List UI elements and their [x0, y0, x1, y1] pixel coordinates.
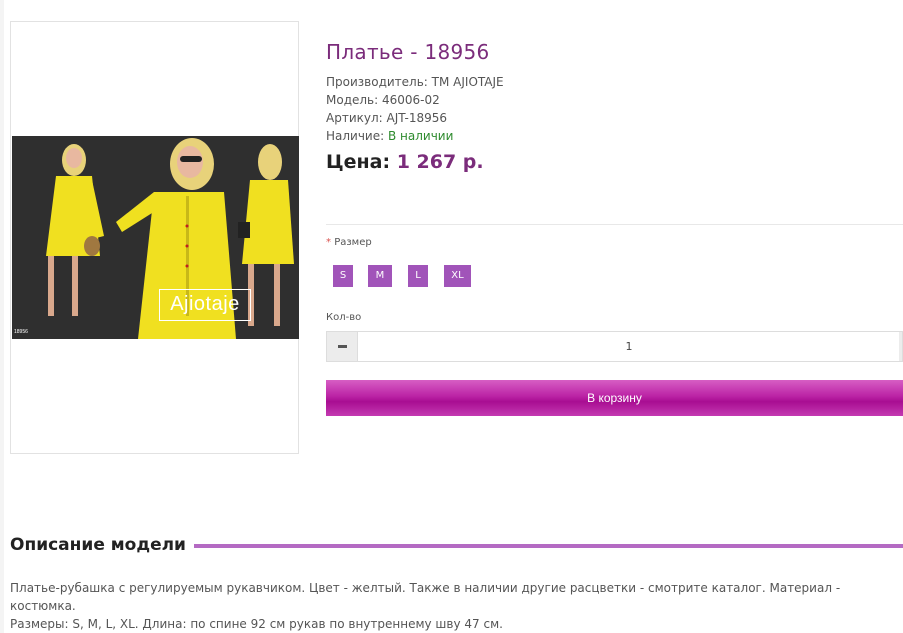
model-value: 46006-02 [382, 93, 440, 107]
stock-label: Наличие: [326, 129, 385, 143]
sku-row: Артикул: AJT-18956 [326, 109, 504, 127]
product-title: Платье - 18956 [326, 40, 490, 64]
size-option-xl[interactable]: XL [444, 265, 471, 287]
minus-icon [337, 345, 347, 348]
quantity-input[interactable] [359, 332, 899, 361]
description-text: Платье-рубашка с регулируемым рукавчиком… [10, 579, 900, 633]
price-value: 1 267 р. [396, 151, 484, 173]
divider [326, 224, 903, 225]
size-label-text: Размер [334, 237, 372, 248]
price: Цена: 1 267 р. [326, 151, 484, 173]
manufacturer-row: Производитель: ТМ AJIOTAJE [326, 73, 504, 91]
quantity-decrease-button[interactable] [327, 332, 358, 361]
product-image-box[interactable]: Ajiotaje 18956 [10, 21, 299, 454]
stock-status: В наличии [388, 129, 454, 143]
product-photo-art [12, 136, 299, 339]
size-option-s[interactable]: S [333, 265, 353, 287]
page-edge [0, 0, 4, 633]
model-row: Модель: 46006-02 [326, 91, 504, 109]
stock-row: Наличие: В наличии [326, 127, 504, 145]
size-label: * Размер [326, 237, 372, 248]
size-option-l[interactable]: L [408, 265, 428, 287]
add-to-cart-button[interactable]: В корзину [326, 380, 903, 416]
size-option-m[interactable]: M [368, 265, 392, 287]
quantity-stepper [326, 331, 903, 362]
description-heading-line [176, 544, 903, 548]
product-meta: Производитель: ТМ AJIOTAJE Модель: 46006… [326, 73, 504, 145]
photo-code: 18956 [14, 329, 28, 335]
sku-label: Артикул: [326, 111, 383, 125]
price-label: Цена: [326, 151, 391, 173]
product-photo[interactable]: Ajiotaje 18956 [12, 136, 299, 339]
manufacturer-label: Производитель: [326, 75, 428, 89]
description-heading: Описание модели [10, 535, 194, 555]
sku-value: AJT-18956 [386, 111, 447, 125]
required-mark: * [326, 237, 331, 248]
manufacturer-value[interactable]: ТМ AJIOTAJE [432, 75, 504, 89]
model-label: Модель: [326, 93, 379, 107]
description-line-1: Платье-рубашка с регулируемым рукавчиком… [10, 581, 841, 613]
photo-watermark: Ajiotaje [159, 289, 251, 321]
quantity-increase-button[interactable] [899, 332, 902, 361]
description-line-2: Размеры: S, M, L, XL. Длина: по спине 92… [10, 617, 503, 631]
quantity-label: Кол-во [326, 312, 362, 323]
